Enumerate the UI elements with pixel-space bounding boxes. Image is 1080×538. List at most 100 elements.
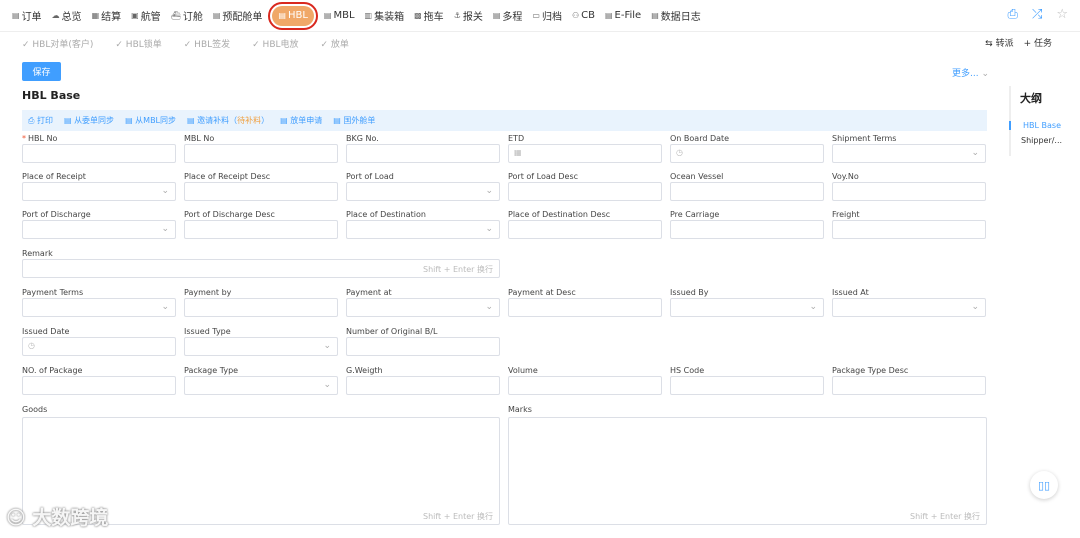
g-weigth-input[interactable]: [346, 376, 500, 395]
save-button[interactable]: 保存: [22, 62, 61, 81]
mbl-icon: ▤: [323, 11, 332, 20]
chevron-down-icon: ⌄: [323, 380, 331, 390]
nav-mbl[interactable]: ▤ MBL: [324, 6, 355, 26]
nav-manifest[interactable]: ▤ 预配舱单: [213, 6, 263, 26]
subnav-hbl-telex[interactable]: ✓ HBL电放: [252, 37, 298, 50]
freight-label: Freight: [832, 210, 860, 219]
star-icon[interactable]: ☆: [1056, 7, 1068, 22]
calc-icon: ▦: [91, 11, 100, 20]
package-type-select[interactable]: ⌄: [184, 376, 338, 395]
outline-item-hbl-base[interactable]: HBL Base: [1009, 121, 1079, 130]
place-of-destination-desc-input[interactable]: [508, 220, 662, 239]
package-type-desc-input[interactable]: [832, 376, 986, 395]
efile-icon: ▤: [604, 11, 613, 20]
nav-settlement[interactable]: ▦ 结算: [92, 6, 122, 26]
package-type-desc-label: Package Type Desc: [832, 366, 909, 375]
ocean-vessel-label: Ocean Vessel: [670, 172, 724, 181]
payment-terms-select[interactable]: ⌄: [22, 298, 176, 317]
hbl-no-input[interactable]: [22, 144, 176, 163]
voy-no-input[interactable]: [832, 182, 986, 201]
nav-archive[interactable]: ▭ 归档: [532, 6, 562, 26]
issued-at-select[interactable]: ⌄: [832, 298, 986, 317]
nav-truck[interactable]: ▩ 拖车: [414, 6, 444, 26]
subnav-actions: ⇆ 转派 + 任务: [985, 36, 1052, 49]
nav-cb[interactable]: ⚇ CB: [572, 6, 595, 26]
mbl-no-input[interactable]: [184, 144, 338, 163]
payment-at-select[interactable]: ⌄: [346, 298, 500, 317]
payment-at-desc-input[interactable]: [508, 298, 662, 317]
release-request-link[interactable]: ▤ 放单申请: [280, 115, 322, 126]
sync-mbl-link[interactable]: ▤ 从MBL同步: [125, 115, 176, 126]
print-link[interactable]: ⎙ 打印: [28, 115, 53, 126]
chevron-down-icon: ⌄: [971, 148, 979, 158]
shift-enter-hint: Shift + Enter 换行: [423, 512, 493, 521]
issued-type-select[interactable]: ⌄: [184, 337, 338, 356]
watermark-logo: ☺ 大数跨境: [6, 507, 109, 529]
nav-shipping[interactable]: ▣ 航管: [131, 6, 161, 26]
ocean-vessel-input[interactable]: [670, 182, 824, 201]
nav-customs[interactable]: ⚓ 报关: [454, 6, 483, 26]
nav-overview[interactable]: ☁ 总览: [52, 6, 82, 26]
place-of-receipt-desc-input[interactable]: [184, 182, 338, 201]
nav-booking[interactable]: ⛴ 订舱: [171, 6, 203, 26]
etd-date-picker[interactable]: ▦: [508, 144, 662, 163]
nav-data-log[interactable]: ▤ 数据日志: [651, 6, 701, 26]
transfer-button[interactable]: ⇆ 转派: [985, 36, 1013, 49]
port-of-discharge-desc-input[interactable]: [184, 220, 338, 239]
bkg-no-label: BKG No.: [346, 134, 379, 143]
hs-code-input[interactable]: [670, 376, 824, 395]
place-of-destination-label: Place of Destination: [346, 210, 426, 219]
marks-label: Marks: [508, 405, 532, 414]
marks-textarea[interactable]: Shift + Enter 换行: [508, 417, 987, 525]
place-of-receipt-select[interactable]: ⌄: [22, 182, 176, 201]
sync-order-link[interactable]: ▤ 从委单同步: [64, 115, 114, 126]
shipment-terms-label: Shipment Terms: [832, 134, 897, 143]
print-icon[interactable]: ⎙: [1008, 7, 1018, 22]
volume-input[interactable]: [508, 376, 662, 395]
payment-at-desc-label: Payment at Desc: [508, 288, 576, 297]
no-of-package-input[interactable]: [22, 376, 176, 395]
shipment-terms-select[interactable]: ⌄: [832, 144, 986, 163]
outline-item-shipper[interactable]: Shipper/...: [1009, 136, 1079, 145]
place-of-destination-select[interactable]: ⌄: [346, 220, 500, 239]
shuffle-icon[interactable]: ⤮: [1032, 7, 1042, 22]
foreign-manifest-link[interactable]: ▤ 国外舱单: [333, 115, 375, 126]
nav-container[interactable]: ▥ 集装箱: [365, 6, 405, 26]
add-task-button[interactable]: + 任务: [1024, 36, 1052, 49]
subnav-hbl-check[interactable]: ✓ HBL对单(客户): [22, 37, 93, 50]
payment-by-label: Payment by: [184, 288, 232, 297]
issued-by-label: Issued By: [670, 288, 709, 297]
help-book-button[interactable]: ▯▯: [1030, 471, 1058, 499]
freight-input[interactable]: [832, 220, 986, 239]
on-board-date-picker[interactable]: ◷: [670, 144, 824, 163]
chevron-down-icon: ⌄: [809, 302, 817, 312]
port-of-load-desc-input[interactable]: [508, 182, 662, 201]
clock-icon: ◷: [28, 341, 35, 350]
nav-efile[interactable]: ▤ E-File: [605, 6, 641, 26]
port-of-load-label: Port of Load: [346, 172, 394, 181]
port-of-load-select[interactable]: ⌄: [346, 182, 500, 201]
remark-textarea[interactable]: Shift + Enter 换行: [22, 259, 500, 278]
chevron-down-icon: ⌄: [981, 69, 990, 79]
subnav-release[interactable]: ✓ 放单: [321, 37, 349, 50]
nav-orders[interactable]: ▤ 订单: [12, 6, 42, 26]
nav-multi-route[interactable]: ▤ 多程: [493, 6, 523, 26]
subnav-hbl-lock[interactable]: ✓ HBL锁单: [115, 37, 161, 50]
invite-supplement-link[interactable]: ▤ 邀请补料（待补料）: [187, 115, 269, 126]
port-of-discharge-select[interactable]: ⌄: [22, 220, 176, 239]
num-original-bl-input[interactable]: [346, 337, 500, 356]
port-of-load-desc-label: Port of Load Desc: [508, 172, 579, 181]
payment-by-input[interactable]: [184, 298, 338, 317]
more-dropdown[interactable]: 更多... ⌄: [952, 66, 989, 79]
subnav-hbl-issue[interactable]: ✓ HBL签发: [184, 37, 230, 50]
nav-hbl[interactable]: ▤ HBL: [268, 1, 318, 30]
chevron-down-icon: ⌄: [161, 302, 169, 312]
chevron-down-icon: ⌄: [485, 186, 493, 196]
payment-terms-label: Payment Terms: [22, 288, 84, 297]
sub-navigation: ✓ HBL对单(客户) ✓ HBL锁单 ✓ HBL签发 ✓ HBL电放 ✓ 放单…: [0, 32, 1080, 54]
issued-by-select[interactable]: ⌄: [670, 298, 824, 317]
pre-carriage-input[interactable]: [670, 220, 824, 239]
etd-label: ETD: [508, 134, 525, 143]
bkg-no-input[interactable]: [346, 144, 500, 163]
issued-date-picker[interactable]: ◷: [22, 337, 176, 356]
